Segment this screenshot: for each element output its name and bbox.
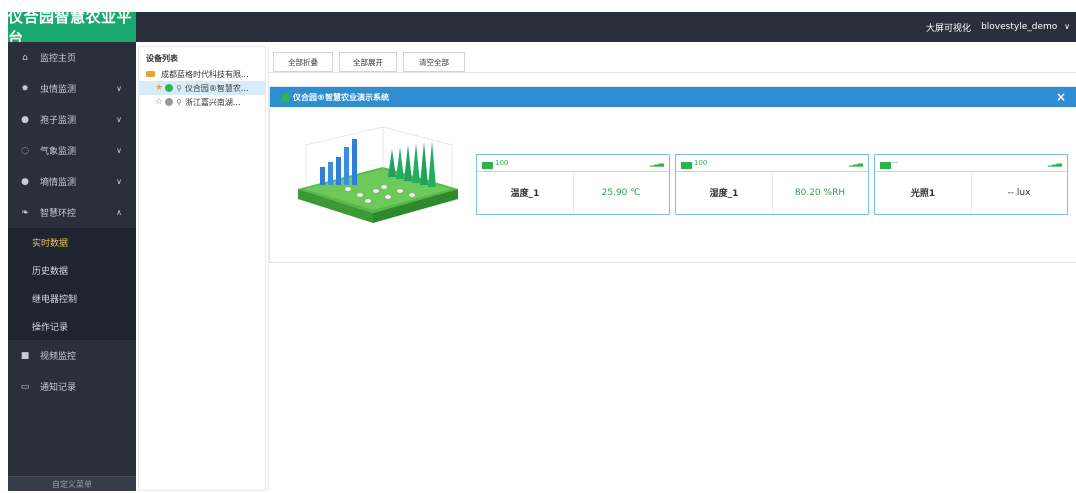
- battery-level: --: [893, 159, 899, 167]
- clear-all-button[interactable]: 清空全部: [403, 52, 465, 72]
- username: blovestyle_demo: [981, 22, 1058, 32]
- tree-label: 浙江嘉兴南湖...: [184, 97, 241, 107]
- soil-icon: ●: [21, 176, 29, 187]
- sidebar-item-label: 智慧环控: [40, 209, 77, 219]
- sidebar-subitem[interactable]: 实时数据: [8, 228, 136, 256]
- spore-icon: ●: [21, 114, 29, 125]
- card-header: 仪合园®智慧农业演示系统 ×: [270, 87, 1076, 107]
- device-icon: ⚲: [176, 97, 182, 107]
- sidebar-nav-after: ■ 视频监控 ▭ 通知记录: [8, 340, 136, 402]
- sidebar: ⌂ 监控主页 ✸ 虫情监测 ∨ ● 孢子监测 ∨ ◌ 气象监测 ∨ ● 墒情监测 ∨ ❧ 智慧环控 ∧ 实时数据…: [8, 42, 136, 491]
- sidebar-item[interactable]: ▭ 通知记录: [8, 371, 136, 402]
- device-list-title: 设备列表: [146, 54, 178, 63]
- collapse-all-button[interactable]: 全部折叠: [273, 52, 333, 72]
- chevron-icon: ∨: [116, 177, 122, 186]
- battery-icon: [880, 162, 891, 169]
- custom-menu-button[interactable]: 自定义菜单: [8, 476, 136, 491]
- chevron-icon: ∨: [116, 115, 122, 124]
- top-bar: 仪合园智慧农业平台 大屏可视化 blovestyle_demo ∨: [8, 8, 1076, 47]
- sensor-card[interactable]: 100 ▁▂▃ 湿度_1 80.20 %RH: [675, 154, 869, 215]
- sidebar-item-label: 墒情监测: [40, 178, 77, 188]
- app-logo[interactable]: 仪合园智慧农业平台: [8, 8, 136, 47]
- sensor-name: 温度_1: [510, 189, 540, 199]
- sidebar-item[interactable]: ✸ 虫情监测 ∨: [8, 73, 136, 104]
- sidebar-item-label: 监控主页: [40, 54, 77, 64]
- tree-label: 仪合园®智慧农...: [184, 83, 249, 93]
- device-list-panel: 设备列表 成都蓝格时代科技有限... ★ ⚲ 仪合园®智慧农... ☆ ⚲ 浙江嘉兴南湖..…: [138, 46, 266, 491]
- notice-icon: ▭: [20, 381, 30, 392]
- star-icon[interactable]: ☆: [155, 97, 163, 107]
- sensor-card[interactable]: 100 ▁▂▃ 温度_1 25.90 ℃: [476, 154, 670, 215]
- status-dot-icon: [165, 84, 174, 92]
- toolbar: 全部折叠 全部展开 清空全部: [269, 46, 1076, 73]
- chevron-icon: ∨: [116, 146, 122, 155]
- sensor-value: -- lux: [1007, 187, 1031, 198]
- device-icon: ⚲: [176, 83, 182, 93]
- sidebar-subitem[interactable]: 继电器控制: [8, 284, 136, 312]
- battery-icon: [482, 162, 493, 169]
- signal-icon: ▁▂▃: [848, 159, 863, 167]
- main-content: 全部折叠 全部展开 清空全部 仪合园®智慧农业演示系统 × 100 ▁▂▃ 温度…: [268, 46, 1076, 489]
- sidebar-item-label: 视频监控: [40, 352, 77, 362]
- chevron-icon: ∨: [116, 84, 122, 93]
- sensor-value: 25.90 ℃: [601, 187, 641, 198]
- big-screen-link[interactable]: 大屏可视化: [926, 21, 971, 34]
- sensor-name: 湿度_1: [709, 189, 739, 199]
- home-icon: ⌂: [22, 52, 28, 63]
- bug-icon: ✸: [21, 83, 29, 94]
- folder-icon: [146, 71, 155, 77]
- leaf-icon: ❧: [21, 207, 29, 218]
- tree-device-node[interactable]: ★ ⚲ 仪合园®智慧农...: [139, 81, 265, 95]
- sidebar-item[interactable]: ⌂ 监控主页: [8, 42, 136, 73]
- top-right-area: 大屏可视化 blovestyle_demo ∨: [926, 12, 1070, 42]
- sidebar-item-label: 气象监测: [40, 147, 77, 157]
- sidebar-item-label: 通知记录: [40, 383, 77, 393]
- device-tree: 成都蓝格时代科技有限... ★ ⚲ 仪合园®智慧农... ☆ ⚲ 浙江嘉兴南湖...: [139, 67, 265, 109]
- sidebar-item-label: 虫情监测: [40, 85, 77, 95]
- battery-icon: [681, 162, 692, 169]
- sidebar-item[interactable]: ❧ 智慧环控 ∧: [8, 197, 136, 228]
- tree-company-node[interactable]: 成都蓝格时代科技有限...: [139, 67, 265, 81]
- status-square-icon: [282, 93, 289, 101]
- tree-device-node[interactable]: ☆ ⚲ 浙江嘉兴南湖...: [139, 95, 265, 109]
- user-menu[interactable]: blovestyle_demo ∨: [981, 22, 1070, 32]
- sidebar-item[interactable]: ● 墒情监测 ∨: [8, 166, 136, 197]
- sensor-name: 光照1: [910, 189, 936, 199]
- sidebar-item[interactable]: ■ 视频监控: [8, 340, 136, 371]
- greenhouse-illustration: [298, 126, 458, 223]
- sidebar-item[interactable]: ◌ 气象监测 ∨: [8, 135, 136, 166]
- close-icon[interactable]: ×: [1056, 90, 1066, 104]
- tree-label: 成都蓝格时代科技有限...: [161, 69, 249, 79]
- sidebar-submenu: 实时数据 历史数据 继电器控制 操作记录: [8, 228, 136, 340]
- status-dot-icon: [165, 98, 174, 106]
- chevron-icon: ∧: [116, 208, 122, 217]
- star-icon[interactable]: ★: [155, 83, 163, 93]
- expand-all-button[interactable]: 全部展开: [339, 52, 397, 72]
- top-whitespace: [0, 0, 1076, 12]
- card-title: 仪合园®智慧农业演示系统: [293, 92, 389, 102]
- device-card: 仪合园®智慧农业演示系统 × 100 ▁▂▃ 温度_1 25.90 ℃ 100 …: [269, 86, 1076, 263]
- sidebar-nav: ⌂ 监控主页 ✸ 虫情监测 ∨ ● 孢子监测 ∨ ◌ 气象监测 ∨ ● 墒情监测 ∨ ❧ 智慧环控 ∧: [8, 42, 136, 228]
- chevron-down-icon: ∨: [1064, 22, 1070, 31]
- signal-icon: ▁▂▃: [1047, 159, 1062, 167]
- sidebar-item-label: 孢子监测: [40, 116, 77, 126]
- sensor-value: 80.20 %RH: [794, 187, 846, 198]
- video-icon: ■: [20, 350, 30, 361]
- battery-level: 100: [495, 159, 509, 167]
- sidebar-subitem[interactable]: 历史数据: [8, 256, 136, 284]
- weather-icon: ◌: [21, 145, 29, 156]
- sidebar-subitem[interactable]: 操作记录: [8, 312, 136, 340]
- signal-icon: ▁▂▃: [649, 159, 664, 167]
- sidebar-item[interactable]: ● 孢子监测 ∨: [8, 104, 136, 135]
- sensor-card[interactable]: -- ▁▂▃ 光照1 -- lux: [874, 154, 1068, 215]
- battery-level: 100: [694, 159, 708, 167]
